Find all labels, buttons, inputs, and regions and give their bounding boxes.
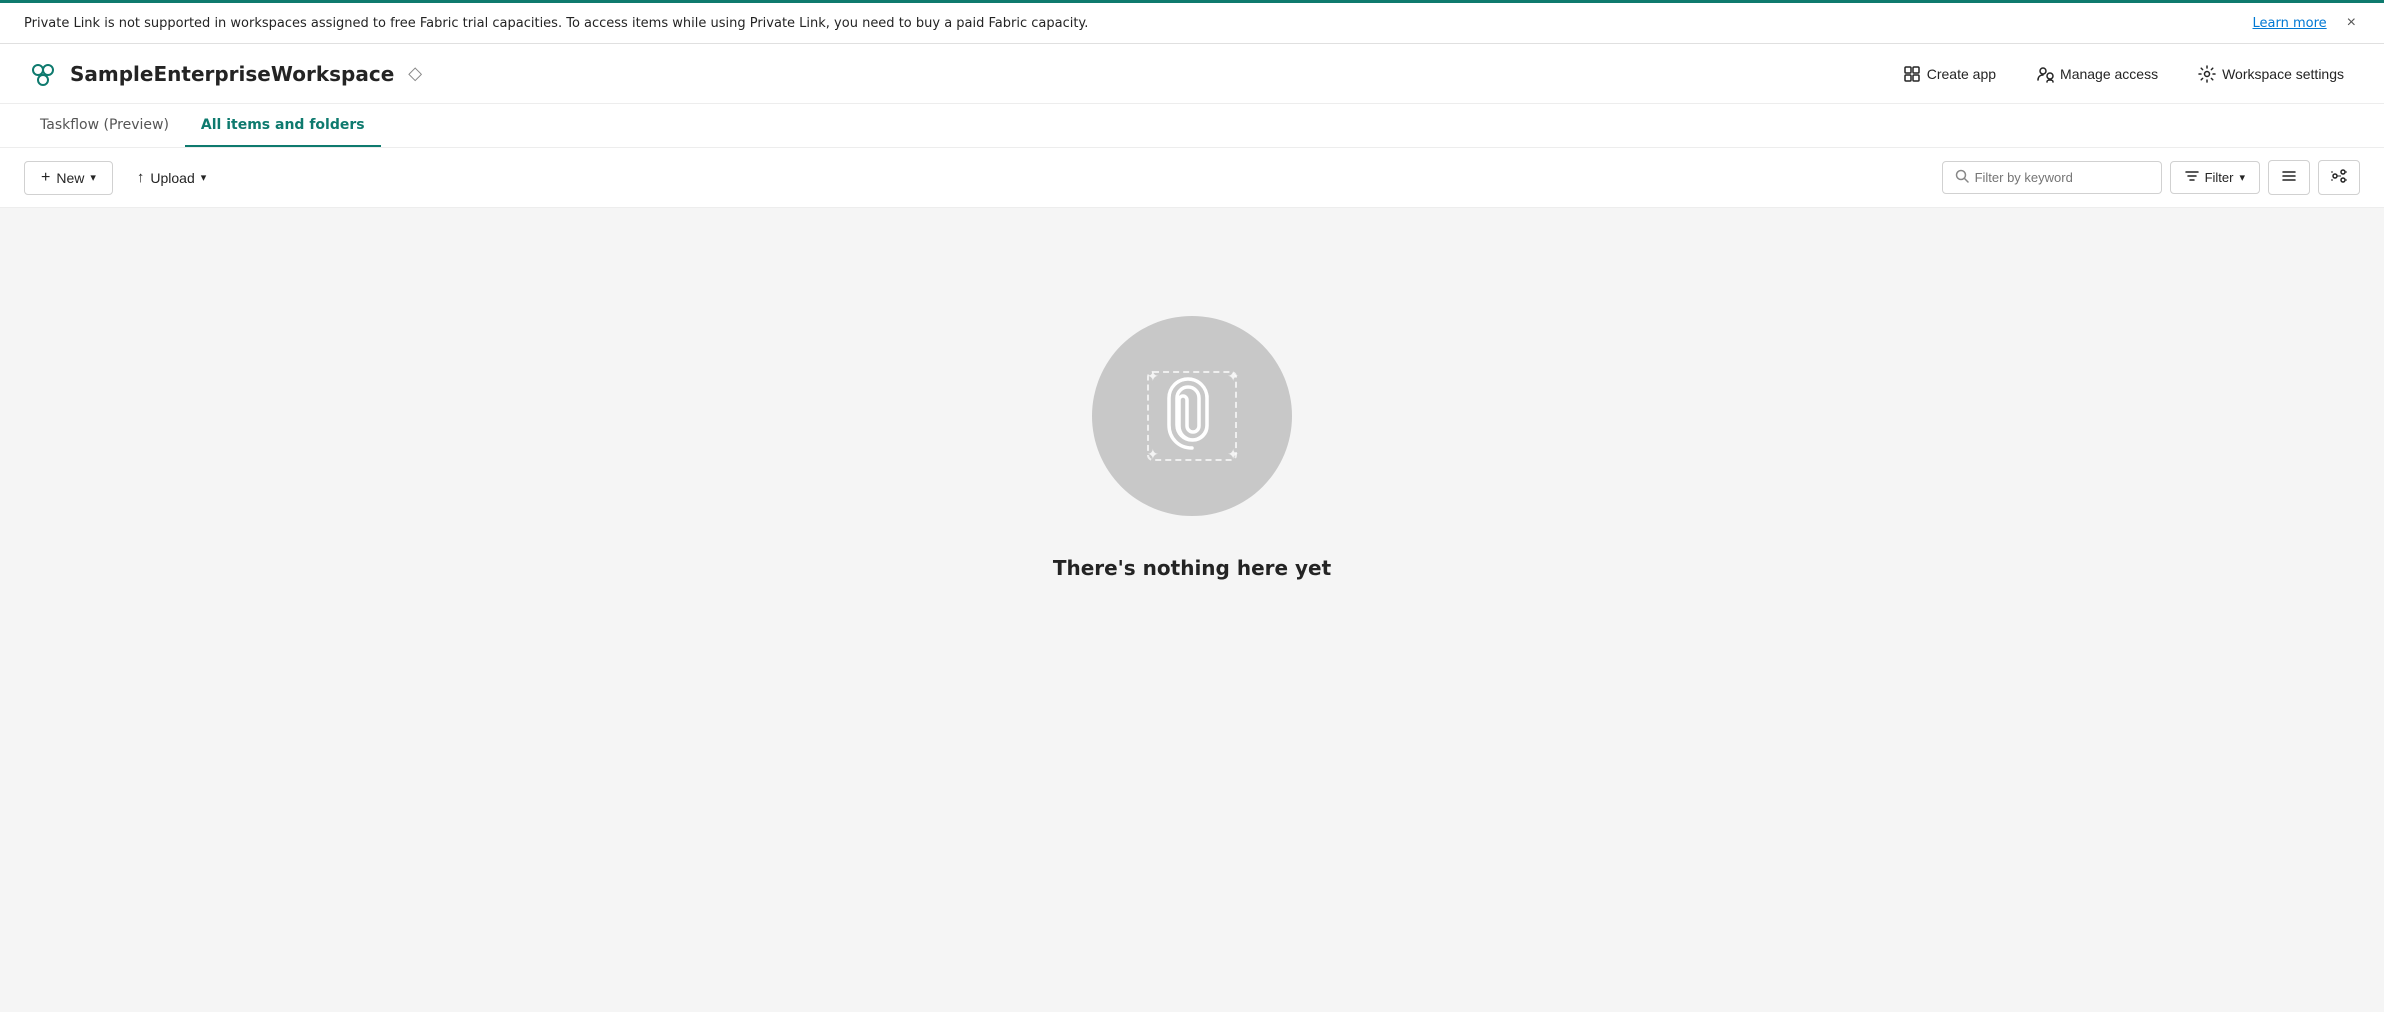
workspace-settings-button[interactable]: Workspace settings — [2182, 59, 2360, 89]
sparkle-top-left-icon: ✦ — [1147, 369, 1159, 385]
plus-icon: + — [41, 169, 50, 187]
toolbar-left-actions: + New ▾ ↑ Upload ▾ — [24, 161, 222, 195]
filter-chevron-icon: ▾ — [2239, 171, 2245, 184]
filter-button[interactable]: Filter ▾ — [2170, 161, 2260, 194]
new-button[interactable]: + New ▾ — [24, 161, 113, 195]
page-header: SampleEnterpriseWorkspace ◇ Create app — [0, 44, 2384, 104]
workspace-name: SampleEnterpriseWorkspace — [70, 62, 394, 86]
learn-more-link[interactable]: Learn more — [2253, 16, 2327, 31]
keyword-filter-input[interactable] — [1975, 170, 2149, 185]
toolbar-right-actions: Filter ▾ — [1942, 160, 2360, 195]
workspace-settings-icon — [2198, 65, 2216, 83]
banner-close-button[interactable]: × — [2343, 10, 2360, 36]
empty-state-title: There's nothing here yet — [1053, 556, 1331, 580]
illustration-inner: ✦ ✦ ✦ ✦ — [1137, 361, 1247, 471]
list-view-button[interactable] — [2268, 160, 2310, 195]
empty-state-illustration: ✦ ✦ ✦ ✦ — [1092, 316, 1292, 516]
header-title-area: SampleEnterpriseWorkspace ◇ — [24, 56, 422, 92]
upload-label: Upload — [150, 170, 194, 186]
new-chevron-icon: ▾ — [90, 171, 96, 184]
diamond-badge-icon: ◇ — [408, 63, 422, 84]
view-options-icon — [2331, 168, 2347, 187]
filter-label: Filter — [2205, 170, 2234, 185]
new-label: New — [56, 170, 84, 186]
content-toolbar: + New ▾ ↑ Upload ▾ Filte — [0, 148, 2384, 208]
search-icon — [1955, 168, 1969, 187]
create-app-button[interactable]: Create app — [1887, 59, 2012, 89]
paperclip-icon — [1165, 376, 1219, 456]
header-actions: Create app Manage access Workspace set — [1887, 59, 2360, 89]
filter-icon — [2185, 169, 2199, 186]
main-content-area: ✦ ✦ ✦ ✦ There's nothing here yet — [0, 208, 2384, 688]
manage-access-button[interactable]: Manage access — [2020, 59, 2174, 89]
notification-banner: Private Link is not supported in workspa… — [0, 0, 2384, 44]
workspace-icon — [24, 56, 60, 92]
sparkle-bottom-right-icon: ✦ — [1227, 447, 1239, 463]
sparkle-bottom-left-icon: ✦ — [1147, 447, 1159, 463]
banner-message: Private Link is not supported in workspa… — [24, 16, 2253, 31]
manage-access-icon — [2036, 65, 2054, 83]
keyword-filter-input-wrap[interactable] — [1942, 161, 2162, 194]
upload-icon: ↑ — [137, 169, 145, 186]
view-options-button[interactable] — [2318, 160, 2360, 195]
create-app-label: Create app — [1927, 66, 1996, 82]
tab-all-items[interactable]: All items and folders — [185, 105, 381, 147]
manage-access-label: Manage access — [2060, 66, 2158, 82]
tab-taskflow[interactable]: Taskflow (Preview) — [24, 105, 185, 147]
list-view-icon — [2281, 168, 2297, 187]
upload-chevron-icon: ▾ — [201, 171, 207, 184]
create-app-icon — [1903, 65, 1921, 83]
tab-bar: Taskflow (Preview) All items and folders — [0, 104, 2384, 148]
workspace-settings-label: Workspace settings — [2222, 66, 2344, 82]
sparkle-top-right-icon: ✦ — [1227, 369, 1239, 385]
upload-button[interactable]: ↑ Upload ▾ — [121, 162, 222, 193]
